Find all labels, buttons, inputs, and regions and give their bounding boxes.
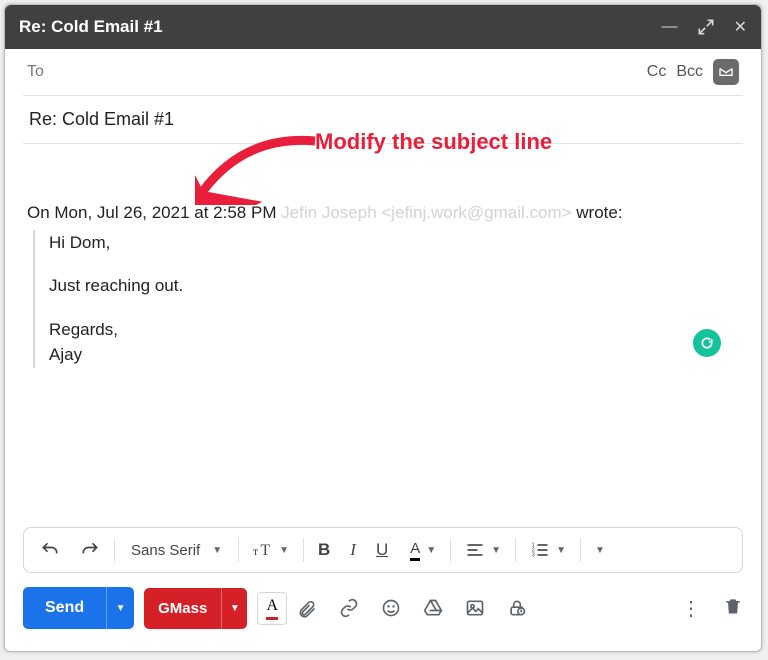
formatting-options-button[interactable]: A: [257, 592, 287, 625]
underline-button[interactable]: U: [368, 528, 396, 572]
svg-text:T: T: [261, 542, 271, 559]
compose-window: Re: Cold Email #1 — ✕ To Cc Bcc: [4, 4, 762, 652]
gmass-button[interactable]: GMass: [144, 588, 221, 629]
title-bar: Re: Cold Email #1 — ✕: [5, 5, 761, 49]
confidential-mode-icon[interactable]: [507, 598, 527, 618]
chevron-down-icon: ▼: [279, 545, 289, 556]
list-button[interactable]: 123 ▼: [522, 528, 574, 572]
more-options-icon[interactable]: ⋮: [681, 596, 701, 621]
italic-button[interactable]: I: [342, 528, 364, 572]
chevron-down-icon: ▼: [595, 545, 605, 556]
send-options-button[interactable]: ▼: [106, 587, 134, 629]
message-body[interactable]: On Mon, Jul 26, 2021 at 2:58 PM Jefin Jo…: [23, 144, 743, 378]
bcc-button[interactable]: Bcc: [676, 63, 703, 81]
window-controls: — ✕: [662, 17, 747, 37]
attach-file-icon[interactable]: [297, 598, 317, 618]
bottom-right-icons: ⋮: [681, 596, 743, 621]
cc-button[interactable]: Cc: [647, 63, 667, 81]
insert-drive-icon[interactable]: [423, 598, 443, 618]
quoted-line: Hi Dom,: [49, 230, 739, 256]
bold-label: B: [318, 540, 330, 560]
gmass-address-icon[interactable]: [713, 59, 739, 85]
align-button[interactable]: ▼: [457, 528, 509, 572]
close-icon[interactable]: ✕: [734, 17, 747, 37]
quoted-block: Hi Dom, Just reaching out. Regards, Ajay: [33, 230, 739, 368]
chevron-down-icon: ▼: [426, 545, 436, 556]
gmass-options-button[interactable]: ▼: [221, 588, 247, 629]
minimize-icon[interactable]: —: [662, 18, 678, 36]
separator: [450, 538, 451, 562]
insert-icons: [297, 598, 527, 618]
underline-label: U: [376, 540, 388, 560]
discard-draft-icon[interactable]: [723, 596, 743, 621]
window-title: Re: Cold Email #1: [19, 17, 662, 37]
to-label: To: [27, 63, 44, 81]
quoted-date: On Mon, Jul 26, 2021 at 2:58 PM: [27, 203, 281, 222]
undo-button[interactable]: [32, 528, 68, 572]
subject-input[interactable]: [27, 108, 739, 131]
chevron-down-icon: ▼: [230, 603, 240, 614]
chevron-down-icon: ▼: [491, 545, 501, 556]
chevron-down-icon: ▼: [212, 545, 222, 556]
quoted-line: Regards,: [49, 317, 739, 343]
send-button[interactable]: Send: [23, 587, 106, 629]
gmass-button-group: GMass ▼: [144, 588, 247, 629]
grammarly-icon[interactable]: [693, 329, 721, 357]
separator: [515, 538, 516, 562]
chevron-down-icon: ▼: [116, 603, 126, 614]
separator: [580, 538, 581, 562]
separator: [238, 538, 239, 562]
bold-button[interactable]: B: [310, 528, 338, 572]
quoted-header: On Mon, Jul 26, 2021 at 2:58 PM Jefin Jo…: [27, 200, 739, 226]
insert-link-icon[interactable]: [339, 598, 359, 618]
quoted-line: Just reaching out.: [49, 273, 739, 299]
quoted-line: Ajay: [49, 342, 739, 368]
quoted-wrote: wrote:: [572, 203, 623, 222]
italic-label: I: [350, 540, 356, 560]
subject-row: [23, 96, 743, 144]
font-family-select[interactable]: Sans Serif ▼: [121, 542, 232, 559]
svg-text:т: т: [253, 545, 258, 558]
chevron-down-icon: ▼: [556, 545, 566, 556]
send-button-group: Send ▼: [23, 587, 134, 629]
compose-content: To Cc Bcc Modify the subject line: [5, 49, 761, 527]
insert-photo-icon[interactable]: [465, 598, 485, 618]
bottom-bar: Send ▼ GMass ▼ A: [5, 573, 761, 651]
more-formatting-button[interactable]: ▼: [587, 528, 613, 572]
font-size-button[interactable]: тT ▼: [245, 528, 297, 572]
quoted-sender: Jefin Joseph <jefinj.work@gmail.com>: [281, 203, 571, 222]
separator: [303, 538, 304, 562]
to-row[interactable]: To Cc Bcc: [23, 49, 743, 96]
text-color-label: A: [408, 540, 422, 561]
expand-icon[interactable]: [696, 17, 716, 37]
separator: [114, 538, 115, 562]
insert-emoji-icon[interactable]: [381, 598, 401, 618]
svg-text:3: 3: [532, 553, 535, 559]
font-family-label: Sans Serif: [131, 542, 200, 559]
redo-button[interactable]: [72, 528, 108, 572]
format-toolbar: Sans Serif ▼ тT ▼ B I U A ▼ ▼ 123 ▼: [23, 527, 743, 573]
text-color-button[interactable]: A ▼: [400, 528, 444, 572]
